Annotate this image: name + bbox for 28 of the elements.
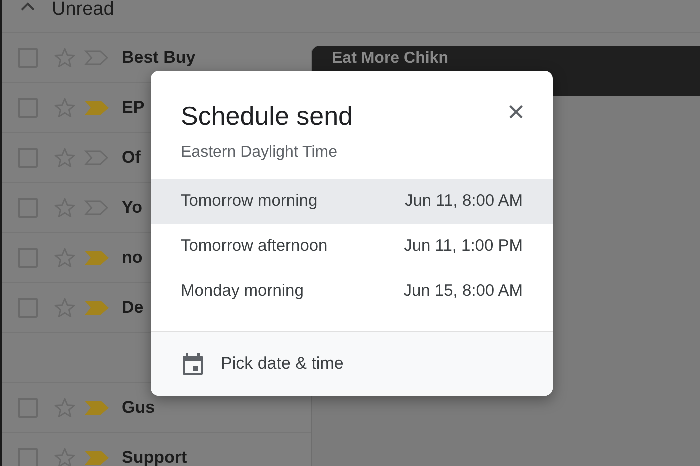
sender-name: Support [122, 446, 188, 466]
close-button[interactable]: × [507, 98, 525, 128]
schedule-option[interactable]: Tomorrow afternoon Jun 11, 1:00 PM [151, 224, 553, 269]
option-label: Monday morning [181, 281, 304, 302]
importance-marker-icon[interactable] [84, 98, 110, 116]
importance-marker-icon[interactable] [84, 448, 110, 466]
sender-name: Yo [122, 196, 142, 219]
calendar-icon [181, 352, 205, 376]
section-label: Unread [52, 0, 114, 20]
timezone-label: Eastern Daylight Time [180, 143, 339, 163]
sender-name: Gus [122, 396, 156, 419]
option-label: Tomorrow morning [181, 191, 318, 212]
option-label: Tomorrow afternoon [181, 236, 328, 258]
option-time: Jun 15, 8:00 AM [404, 281, 523, 302]
importance-marker-icon[interactable] [84, 398, 110, 416]
importance-marker-icon[interactable] [84, 248, 110, 266]
sender-name: no [122, 246, 143, 269]
schedule-option[interactable]: Tomorrow morning Jun 11, 8:00 AM [151, 179, 553, 224]
importance-marker-icon[interactable] [84, 298, 110, 316]
option-time: Jun 11, 1:00 PM [404, 236, 523, 258]
pick-date-option[interactable]: Pick date & time [151, 331, 553, 396]
schedule-option[interactable]: Monday morning Jun 15, 8:00 AM [151, 269, 553, 314]
sender-name: EP [122, 96, 145, 119]
sender-name: Of [122, 146, 141, 169]
sender-name: Best Buy [122, 46, 196, 69]
dialog-title: Schedule send [181, 100, 354, 133]
sender-name: De [122, 296, 144, 319]
option-time: Jun 11, 8:00 AM [404, 191, 523, 212]
